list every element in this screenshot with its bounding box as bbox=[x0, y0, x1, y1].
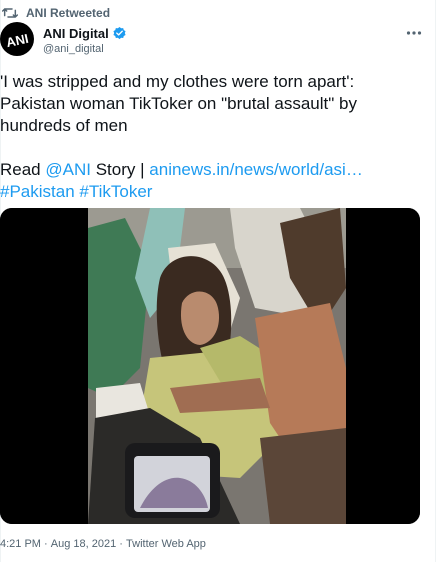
avatar[interactable]: ANI bbox=[0, 22, 34, 56]
tweet-line-3: hundreds of men bbox=[0, 116, 128, 135]
meta-separator-2: · bbox=[119, 538, 123, 551]
tweet-text: 'I was stripped and my clothes were torn… bbox=[0, 71, 432, 203]
author-name[interactable]: ANI Digital bbox=[43, 26, 109, 41]
hashtag-tiktoker[interactable]: #TikToker bbox=[79, 182, 152, 201]
more-icon bbox=[406, 31, 422, 35]
tweet-line-1: 'I was stripped and my clothes were torn… bbox=[0, 72, 355, 91]
tweet-date[interactable]: Aug 18, 2021 bbox=[51, 538, 116, 550]
tweet-time[interactable]: 4:21 PM bbox=[0, 538, 41, 550]
hashtag-line: #Pakistan #TikToker bbox=[0, 181, 432, 203]
ani-logo-icon: ANI bbox=[5, 31, 30, 49]
tweet-metadata: 4:21 PM · Aug 18, 2021 · Twitter Web App bbox=[0, 538, 206, 550]
read-prefix: Read bbox=[0, 160, 41, 179]
retweet-label: ANI Retweeted bbox=[26, 6, 111, 20]
video-still-image bbox=[0, 208, 420, 524]
read-story-line: Read @ANI Story | aninews.in/news/world/… bbox=[0, 159, 432, 181]
story-word: Story | bbox=[95, 160, 145, 179]
verified-badge-icon bbox=[113, 26, 126, 39]
tweet-line-2: Pakistan woman TikToker on "brutal assau… bbox=[0, 94, 357, 113]
meta-separator: · bbox=[44, 538, 48, 551]
tweet-source[interactable]: Twitter Web App bbox=[126, 538, 206, 550]
video-frame bbox=[88, 208, 346, 524]
right-border bbox=[435, 0, 436, 562]
story-url-link[interactable]: aninews.in/news/world/asi… bbox=[149, 160, 363, 179]
author-handle[interactable]: @ani_digital bbox=[43, 43, 127, 55]
more-options-button[interactable] bbox=[402, 24, 426, 42]
tweet-media[interactable] bbox=[0, 208, 420, 524]
avatar-text: ANI bbox=[5, 31, 30, 49]
retweet-context[interactable]: ANI Retweeted bbox=[0, 5, 110, 21]
hashtag-pakistan[interactable]: #Pakistan bbox=[0, 182, 75, 201]
author-block[interactable]: ANI Digital @ani_digital bbox=[43, 25, 127, 55]
retweet-icon bbox=[2, 8, 18, 18]
mention-link[interactable]: @ANI bbox=[45, 160, 91, 179]
